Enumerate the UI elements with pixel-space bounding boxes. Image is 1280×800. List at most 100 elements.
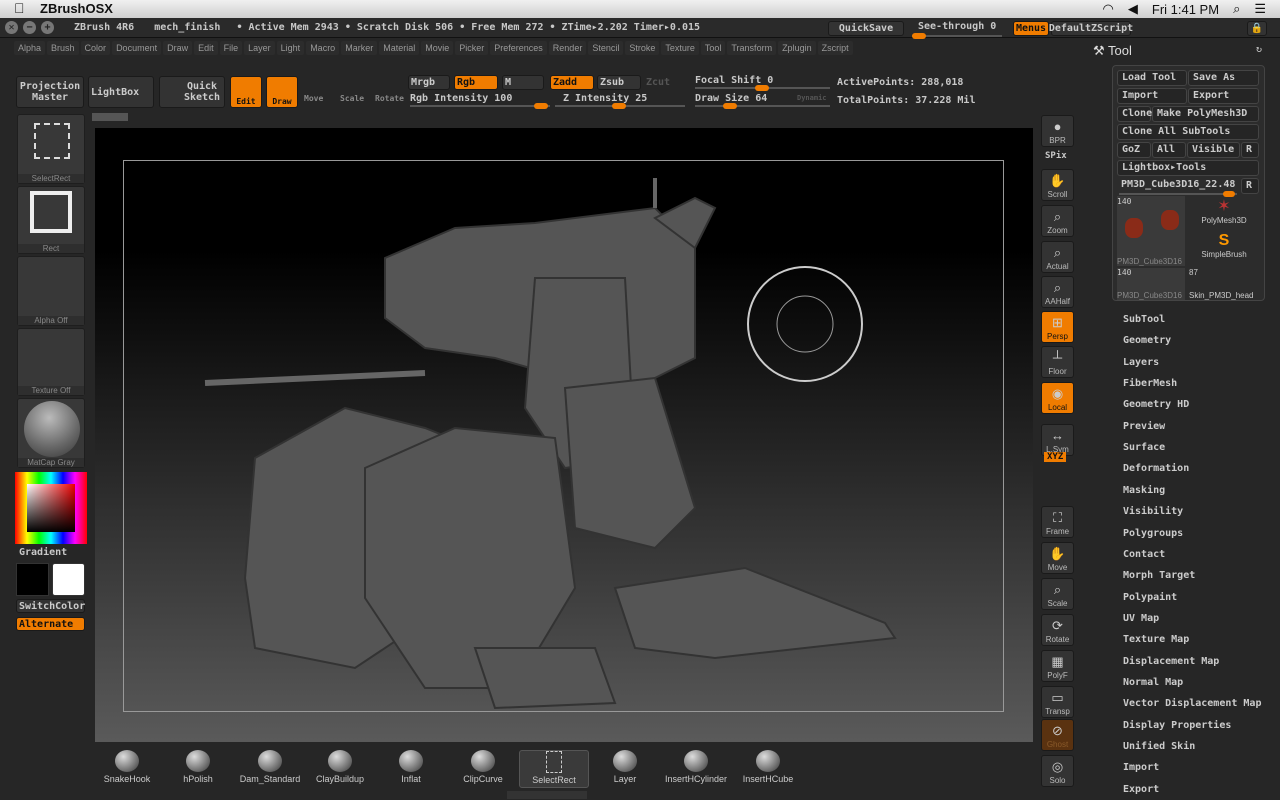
menu-tool[interactable]: Tool bbox=[700, 41, 726, 55]
import-button[interactable]: Import bbox=[1117, 88, 1187, 104]
section-display-properties[interactable]: Display Properties bbox=[1123, 720, 1231, 731]
see-through-slider[interactable] bbox=[912, 33, 1002, 39]
scale-button[interactable]: ⌕ Scale bbox=[1041, 578, 1074, 610]
clone-all-subtools-button[interactable]: Clone All SubTools bbox=[1117, 124, 1259, 140]
rgb-intensity-slider[interactable] bbox=[410, 103, 550, 109]
shelf-scroll-handle[interactable] bbox=[507, 791, 587, 799]
brush-inflat[interactable]: Inflat bbox=[376, 750, 446, 788]
clone-button[interactable]: Clone bbox=[1117, 106, 1152, 122]
draw-size-slider[interactable] bbox=[695, 103, 830, 109]
material-selector[interactable]: MatCap Gray bbox=[17, 398, 85, 468]
persp-button[interactable]: ⊞ Persp bbox=[1041, 311, 1074, 343]
reset-icon[interactable]: ↻ bbox=[1256, 44, 1262, 55]
gradient-button[interactable]: Gradient bbox=[19, 547, 67, 558]
section-surface[interactable]: Surface bbox=[1123, 442, 1165, 453]
alternate-button[interactable]: Alternate bbox=[16, 617, 85, 631]
menus-button[interactable]: Menus bbox=[1013, 21, 1049, 36]
section-export[interactable]: Export bbox=[1123, 784, 1159, 795]
scale-button[interactable]: Scale bbox=[340, 94, 364, 103]
section-layers[interactable]: Layers bbox=[1123, 357, 1159, 368]
menu-zplugin[interactable]: Zplugin bbox=[778, 41, 816, 55]
scroll-button[interactable]: ✋ Scroll bbox=[1041, 169, 1074, 201]
alpha-shape-selector[interactable]: Rect bbox=[17, 186, 85, 254]
clock[interactable]: Fri 1:41 PM bbox=[1152, 2, 1219, 17]
switch-color-button[interactable]: SwitchColor bbox=[16, 599, 85, 613]
menu-layer[interactable]: Layer bbox=[244, 41, 275, 55]
section-fibermesh[interactable]: FiberMesh bbox=[1123, 378, 1177, 389]
tool-thumb[interactable]: S SimpleBrush bbox=[1189, 232, 1259, 266]
local-button[interactable]: ◉ Local bbox=[1041, 382, 1074, 414]
rotate-button[interactable]: Rotate bbox=[375, 94, 404, 103]
m-button[interactable]: M bbox=[502, 75, 544, 90]
tool-slider-track[interactable] bbox=[1119, 191, 1237, 197]
rotate-button[interactable]: ⟳ Rotate bbox=[1041, 614, 1074, 646]
section-geometry[interactable]: Geometry bbox=[1123, 335, 1171, 346]
brush-claybuildup[interactable]: ClayBuildup bbox=[305, 750, 375, 788]
section-masking[interactable]: Masking bbox=[1123, 485, 1165, 496]
brush-inserthcube[interactable]: InsertHCube bbox=[733, 750, 803, 788]
canvas-scrollbar[interactable] bbox=[92, 113, 128, 121]
menu-file[interactable]: File bbox=[219, 41, 243, 55]
dynamic-button[interactable]: Dynamic bbox=[797, 94, 827, 102]
zoom-button[interactable]: ⌕ Zoom bbox=[1041, 205, 1074, 237]
ghost-button[interactable]: ⊘ Ghost bbox=[1041, 719, 1074, 751]
close-icon[interactable]: ✕ bbox=[5, 21, 18, 34]
spix-button[interactable]: SPix bbox=[1045, 151, 1067, 161]
draw-button[interactable]: Draw bbox=[266, 76, 298, 108]
menu-movie[interactable]: Movie bbox=[421, 41, 454, 55]
goz-button[interactable]: GoZ bbox=[1117, 142, 1151, 158]
secondary-color-swatch[interactable] bbox=[52, 563, 85, 596]
section-unified-skin[interactable]: Unified Skin bbox=[1123, 741, 1195, 752]
tool-thumb[interactable]: 87 Skin_PM3D_head bbox=[1189, 268, 1259, 300]
current-tool-slider[interactable]: PM3D_Cube3D16_22.48 bbox=[1117, 178, 1240, 194]
texture-selector[interactable]: Texture Off bbox=[17, 328, 85, 396]
transp-button[interactable]: ▭ Transp bbox=[1041, 686, 1074, 718]
menu-marker[interactable]: Marker bbox=[341, 41, 378, 55]
move-button[interactable]: Move bbox=[304, 94, 323, 103]
color-picker[interactable] bbox=[15, 472, 87, 544]
canvas[interactable] bbox=[95, 128, 1033, 742]
notification-icon[interactable]: ☰ bbox=[1254, 1, 1266, 17]
tool-thumb[interactable]: 140 PM3D_Cube3D16 bbox=[1117, 268, 1185, 300]
menu-picker[interactable]: Picker bbox=[455, 41, 489, 55]
load-tool-button[interactable]: Load Tool bbox=[1117, 70, 1187, 86]
brush-snakehook[interactable]: SnakeHook bbox=[92, 750, 162, 788]
lock-icon[interactable]: 🔒 bbox=[1247, 21, 1267, 36]
menu-draw[interactable]: Draw bbox=[163, 41, 193, 55]
brush-dam_standard[interactable]: Dam_Standard bbox=[235, 750, 305, 788]
projection-master-button[interactable]: Projection Master bbox=[16, 76, 84, 108]
goz-all-button[interactable]: All bbox=[1152, 142, 1186, 158]
section-contact[interactable]: Contact bbox=[1123, 549, 1165, 560]
section-subtool[interactable]: SubTool bbox=[1123, 314, 1165, 325]
solo-button[interactable]: ◎ Solo bbox=[1041, 755, 1074, 787]
aahalf-button[interactable]: ⌕ AAHalf bbox=[1041, 276, 1074, 308]
wifi-icon[interactable]: ◠ bbox=[1103, 1, 1114, 17]
section-visibility[interactable]: Visibility bbox=[1123, 506, 1183, 517]
menu-edit[interactable]: Edit bbox=[194, 41, 218, 55]
menu-color[interactable]: Color bbox=[80, 41, 111, 55]
save-as-button[interactable]: Save As bbox=[1188, 70, 1259, 86]
menu-alpha[interactable]: Alpha bbox=[14, 41, 46, 55]
brush-hpolish[interactable]: hPolish bbox=[163, 750, 233, 788]
menu-brush[interactable]: Brush bbox=[47, 41, 79, 55]
tool-thumb[interactable]: 140 PM3D_Cube3D16 bbox=[1117, 196, 1185, 266]
move-button[interactable]: ✋ Move bbox=[1041, 542, 1074, 574]
section-texture-map[interactable]: Texture Map bbox=[1123, 634, 1189, 645]
frame-button[interactable]: ⛶ Frame bbox=[1041, 506, 1074, 538]
floor-button[interactable]: ┴ Floor bbox=[1041, 346, 1074, 378]
tool-panel-header[interactable]: ⚒ Tool bbox=[1093, 43, 1132, 59]
lightbox-button[interactable]: LightBox bbox=[88, 76, 154, 108]
make-polymesh-button[interactable]: Make PolyMesh3D bbox=[1152, 106, 1259, 122]
brush-layer[interactable]: Layer bbox=[590, 750, 660, 788]
rgb-button[interactable]: Rgb bbox=[454, 75, 498, 90]
quicksave-button[interactable]: QuickSave bbox=[828, 21, 904, 36]
section-vector-displacement-map[interactable]: Vector Displacement Map bbox=[1123, 698, 1261, 709]
tool-r-button[interactable]: R bbox=[1241, 178, 1259, 194]
polyf-button[interactable]: ▦ PolyF bbox=[1041, 650, 1074, 682]
menu-preferences[interactable]: Preferences bbox=[490, 41, 547, 55]
xyz-button[interactable]: XYZ bbox=[1044, 452, 1067, 462]
quick-sketch-button[interactable]: Quick Sketch bbox=[159, 76, 225, 108]
goz-r-button[interactable]: R bbox=[1241, 142, 1259, 158]
menu-texture[interactable]: Texture bbox=[661, 41, 699, 55]
menu-document[interactable]: Document bbox=[112, 41, 162, 55]
